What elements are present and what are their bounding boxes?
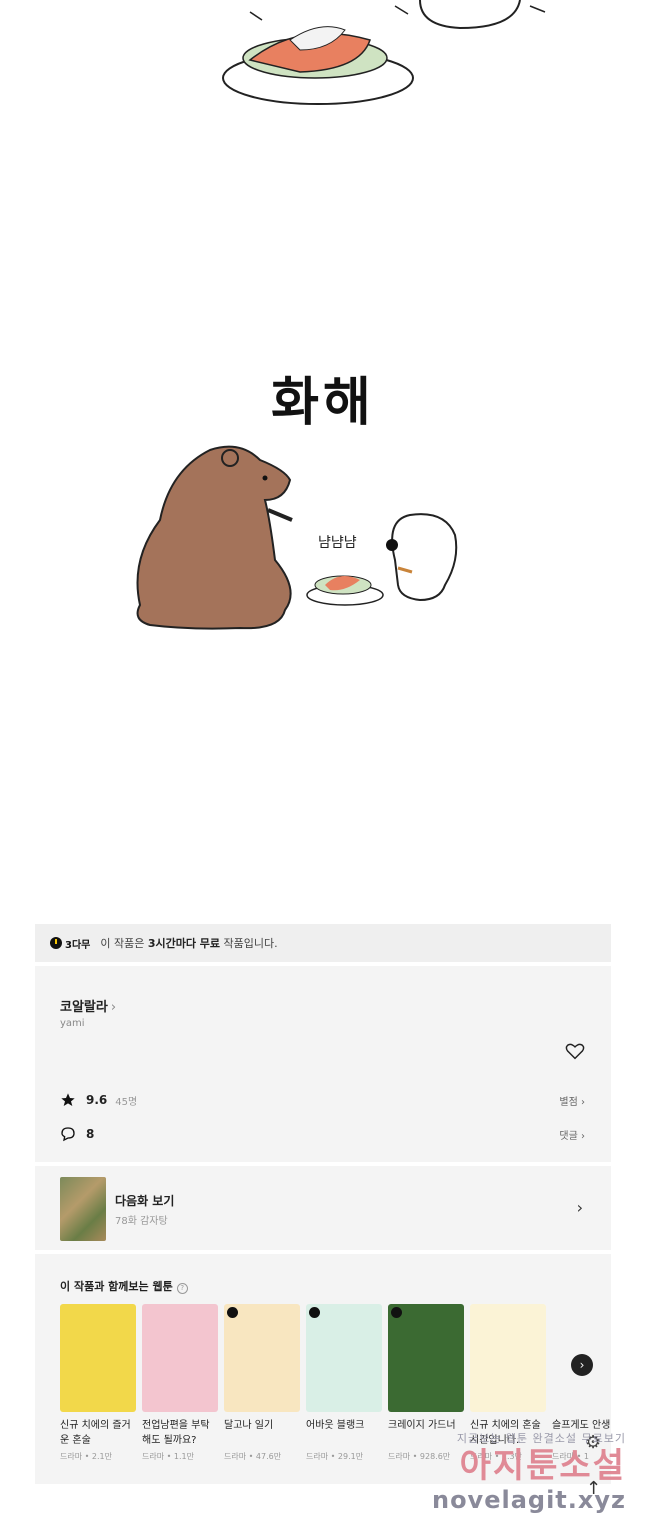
next-episode-thumbnail (60, 1177, 106, 1241)
card-title: 달고나 일기 (224, 1420, 274, 1431)
work-title: 코알랄라 (60, 1000, 108, 1015)
free-notice-text: 이 작품은 3시간마다 무료 작품입니다. (100, 935, 277, 951)
recommendation-card[interactable]: 신규 치에의 즐거운 혼술 드라마 • 2.1만 (60, 1304, 136, 1462)
star-icon (61, 1093, 75, 1106)
card-cover (60, 1304, 136, 1412)
chevron-right-icon: › (110, 1000, 117, 1015)
recommendation-card[interactable]: 어바웃 블랭크 드라마 • 29.1만 (306, 1304, 382, 1462)
episode-footer: 3다무 이 작품은 3시간마다 무료 작품입니다. 코알랄라 › yami 9.6… (35, 924, 611, 1484)
comment-count: 8 (86, 1127, 95, 1141)
watermark: 지금보는 웹툰 완결소설 무료보기 아지툰소설 novelagit.xyz (432, 1430, 626, 1514)
rating-count: 45명 (115, 1096, 138, 1108)
next-episode-subtitle: 78화 감자탕 (115, 1216, 168, 1227)
comic-panel: 화해 냠냠냠 (0, 0, 646, 900)
card-cover (306, 1304, 382, 1412)
recommendation-title: 이 작품과 함께보는 웹툰? (60, 1278, 188, 1294)
card-title: 전업남편을 부탁해도 될까요? (142, 1420, 210, 1446)
work-title-link[interactable]: 코알랄라 › (60, 996, 116, 1015)
next-episode-label: 다음화 보기 (115, 1194, 175, 1208)
clock-icon (391, 1307, 402, 1318)
rate-link[interactable]: 별점 › (559, 1093, 585, 1108)
heart-icon[interactable] (565, 1042, 585, 1060)
card-cover (224, 1304, 300, 1412)
card-meta: 드라마 • 2.1만 (60, 1452, 112, 1461)
help-icon[interactable]: ? (176, 1283, 188, 1294)
comment-icon (61, 1127, 75, 1142)
recommendation-card[interactable]: 달고나 일기 드라마 • 47.6만 (224, 1304, 300, 1462)
card-title: 어바웃 블랭크 (306, 1420, 365, 1431)
free-notice-bar: 3다무 이 작품은 3시간마다 무료 작품입니다. (35, 924, 611, 962)
rating-row: 9.6 45명 별점 › (60, 1092, 585, 1108)
next-episode-card[interactable]: 다음화 보기 78화 감자탕 › (35, 1166, 611, 1250)
card-meta: 드라마 • 47.6만 (224, 1452, 282, 1461)
card-meta: 드라마 • 29.1만 (306, 1452, 364, 1461)
free-notice-bold: 3시간마다 무료 (147, 937, 221, 950)
chevron-right-icon: › (579, 1358, 585, 1372)
recommendation-title-text: 이 작품과 함께보는 웹툰 (60, 1280, 173, 1293)
rate-link-label: 별점 (559, 1096, 578, 1108)
free-notice-prefix: 이 작품은 (100, 937, 148, 950)
free-notice-suffix: 작품입니다. (220, 937, 278, 950)
clock-icon (227, 1307, 238, 1318)
chevron-right-icon: › (576, 1198, 583, 1217)
work-author: yami (60, 1018, 85, 1029)
card-cover (142, 1304, 218, 1412)
watermark-line2: 아지툰소설 (459, 1446, 626, 1486)
work-info-card: 코알랄라 › yami 9.6 45명 별점 › 8 댓글 › (35, 966, 611, 1162)
card-cover (388, 1304, 464, 1412)
chevron-right-icon: › (581, 1096, 585, 1108)
chevron-right-icon: › (581, 1130, 585, 1142)
card-meta: 드라마 • 1.1만 (142, 1452, 194, 1461)
comment-link[interactable]: 댓글 › (559, 1127, 585, 1142)
comment-link-label: 댓글 (559, 1130, 578, 1142)
card-cover (470, 1304, 546, 1412)
watermark-line1: 지금보는 웹툰 완결소설 무료보기 (456, 1432, 626, 1445)
card-title: 신규 치에의 즐거운 혼술 (60, 1420, 131, 1446)
carousel-next-button[interactable]: › (571, 1354, 593, 1376)
free-badge: 3다무 (50, 936, 90, 951)
comment-row: 8 댓글 › (60, 1126, 585, 1142)
clock-icon (50, 937, 62, 949)
clock-icon (309, 1307, 320, 1318)
comic-illustration (136, 0, 546, 630)
free-badge-label: 3다무 (65, 939, 91, 951)
watermark-line3: novelagit.xyz (431, 1486, 626, 1514)
sound-effect-text: 냠냠냠 (318, 535, 357, 551)
rating-value: 9.6 (86, 1093, 108, 1107)
recommendation-card[interactable]: 전업남편을 부탁해도 될까요? 드라마 • 1.1만 (142, 1304, 218, 1462)
panel-title: 화해 (271, 373, 375, 433)
